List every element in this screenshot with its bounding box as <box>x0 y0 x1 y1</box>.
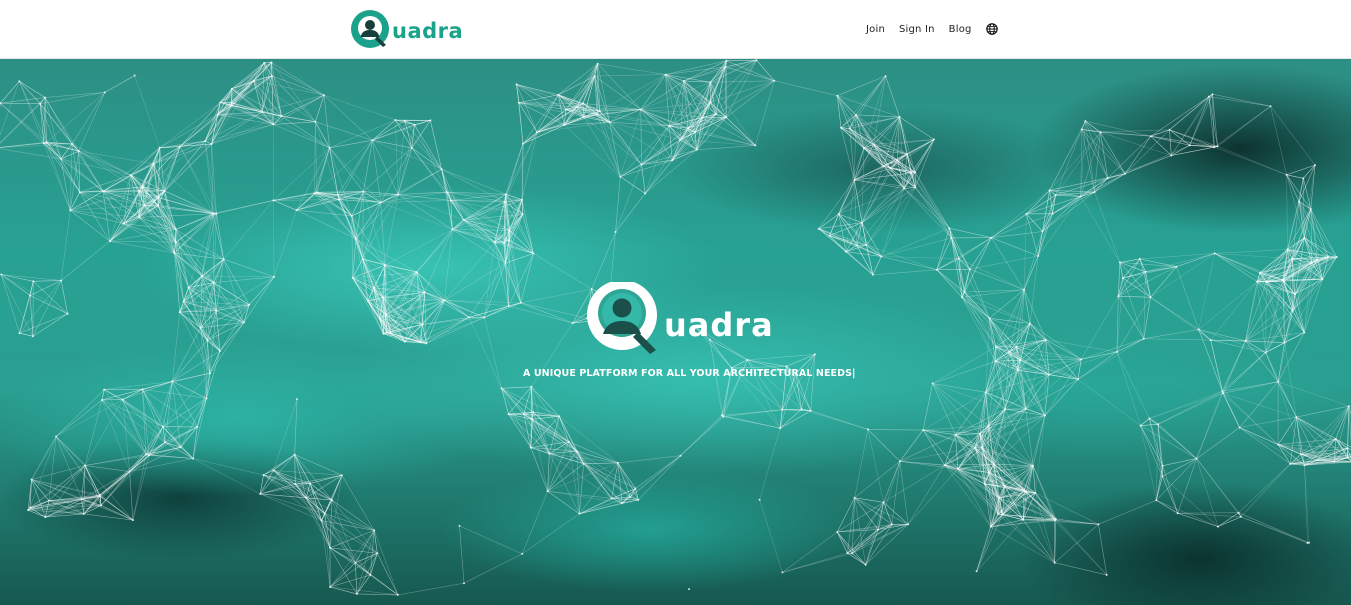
quadra-logo-icon <box>351 10 389 48</box>
brand-wordmark: uadra <box>392 18 464 43</box>
hero-wordmark: uadra <box>664 306 774 344</box>
brand-logo-link[interactable]: uadra <box>350 9 463 49</box>
globe-icon[interactable] <box>985 23 998 35</box>
hero-logo: uadra <box>586 282 774 354</box>
site-header: uadra Join Sign In Blog <box>0 0 1351 59</box>
nav-join-link[interactable]: Join <box>866 24 885 35</box>
hero-content: uadra A UNIQUE PLATFORM FOR ALL YOUR ARC… <box>0 59 1351 605</box>
hero-tagline: A UNIQUE PLATFORM FOR ALL YOUR ARCHITECT… <box>523 368 856 379</box>
hero-section: uadra A UNIQUE PLATFORM FOR ALL YOUR ARC… <box>0 59 1351 605</box>
nav-sign-in-link[interactable]: Sign In <box>899 24 935 35</box>
quadra-logo-icon <box>587 282 657 354</box>
main-nav: Join Sign In Blog <box>866 18 998 40</box>
nav-blog-link[interactable]: Blog <box>949 24 972 35</box>
